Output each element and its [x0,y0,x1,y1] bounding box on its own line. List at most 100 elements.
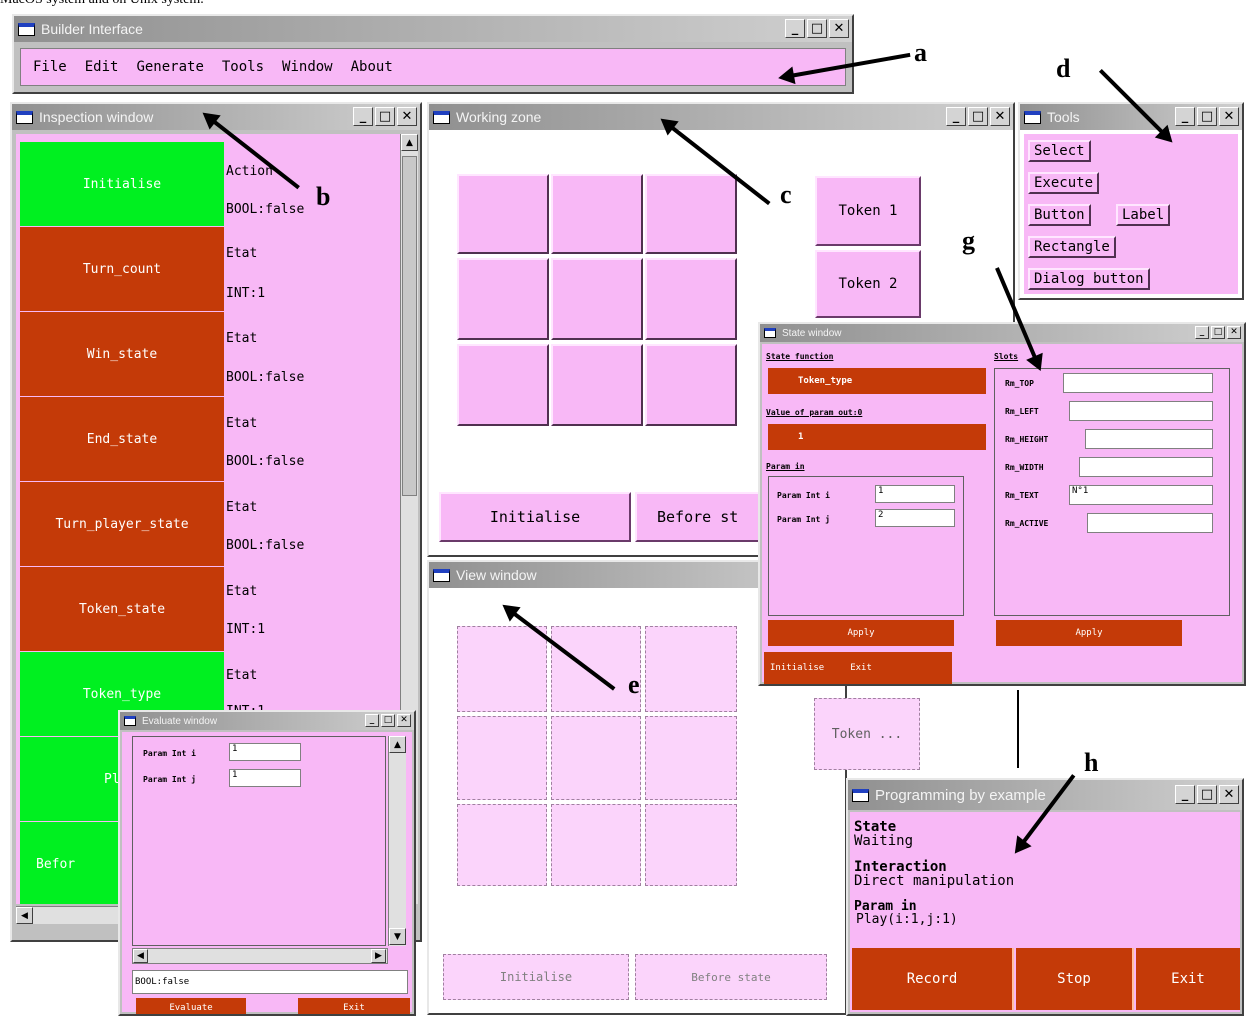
param-input[interactable]: 2 [875,509,955,527]
minimize-icon[interactable]: _ [1175,785,1195,804]
evaluate-panel: Param Int i 1 Param Int j 1 ▲ ▼ ◀ ▶ BOOL… [122,732,412,1014]
tool-button[interactable]: Button [1028,204,1091,226]
slot-input[interactable] [1087,513,1213,533]
menu-window[interactable]: Window [282,59,333,75]
state-exit-button[interactable]: Exit [850,663,872,673]
view-token-button[interactable]: Token ... [814,698,920,770]
minimize-icon[interactable]: _ [365,714,379,727]
inspection-item[interactable]: Turn_count [20,227,224,311]
programming-titlebar[interactable]: Programming by example _ □ ✕ [848,780,1242,810]
grid-cell[interactable] [551,258,643,340]
close-icon[interactable]: ✕ [1219,785,1239,804]
grid-cell [645,626,737,712]
state-initialise-button[interactable]: Initialise [770,663,824,673]
menu-file[interactable]: File [33,59,67,75]
scroll-left-icon[interactable]: ◀ [133,949,148,963]
maximize-icon[interactable]: □ [381,714,395,727]
tool-select[interactable]: Select [1028,140,1091,162]
evaluate-titlebar[interactable]: Evaluate window _ □ ✕ [120,712,414,730]
minimize-icon[interactable]: _ [785,19,805,38]
maximize-icon[interactable]: □ [375,107,395,126]
menu-generate[interactable]: Generate [136,59,203,75]
minimize-icon[interactable]: _ [353,107,373,126]
minimize-icon[interactable]: _ [946,107,966,126]
maximize-icon[interactable]: □ [807,19,827,38]
token-2-button[interactable]: Token 2 [815,250,921,318]
scroll-up-icon[interactable]: ▲ [389,736,406,753]
param-input[interactable]: 1 [229,769,301,787]
item-name: Turn_count [82,261,162,277]
slot-input[interactable] [1079,457,1213,477]
maximize-icon[interactable]: □ [968,107,988,126]
working-titlebar[interactable]: Working zone _ □ ✕ [429,104,1013,130]
maximize-icon[interactable]: □ [1197,107,1217,126]
grid-cell[interactable] [457,344,549,426]
view-before-state-button[interactable]: Before state [635,954,827,1000]
slot-input[interactable]: N°1 [1069,485,1213,505]
scroll-thumb[interactable] [402,156,417,496]
working-title: Working zone [456,109,542,125]
param-input[interactable]: 1 [875,485,955,503]
grid-cell[interactable] [645,344,737,426]
tool-label[interactable]: Label [1116,204,1171,226]
close-icon[interactable]: ✕ [829,19,849,38]
tool-rectangle[interactable]: Rectangle [1028,236,1116,258]
tool-execute[interactable]: Execute [1028,172,1100,194]
grid-cell[interactable] [457,258,549,340]
inspection-item[interactable]: Initialise [20,142,224,226]
minimize-icon[interactable]: _ [1195,326,1209,339]
scroll-right-icon[interactable]: ▶ [371,949,386,963]
grid-cell[interactable] [551,344,643,426]
state-titlebar[interactable]: State window _ □ ✕ [760,324,1244,342]
close-icon[interactable]: ✕ [1227,326,1241,339]
maximize-icon[interactable]: □ [1197,785,1217,804]
tools-titlebar[interactable]: Tools _ □ ✕ [1020,104,1242,130]
slot-input[interactable] [1069,401,1213,421]
initialise-button[interactable]: Initialise [439,492,631,542]
param-out-select[interactable]: 1 [768,424,986,450]
param-input[interactable]: 1 [229,743,301,761]
scroll-up-icon[interactable]: ▲ [401,134,418,151]
tools-panel: Select Execute Button Label Rectangle Di… [1024,134,1238,294]
inspection-item[interactable]: Win_state [20,312,224,396]
menu-about[interactable]: About [351,59,393,75]
stop-button[interactable]: Stop [1016,948,1134,1010]
inspection-item[interactable]: End_state [20,397,224,481]
param-label: Param Int j [777,515,830,524]
param-out-label: Value of param out:0 [766,408,863,417]
grid-cell[interactable] [457,174,549,254]
exit-button[interactable]: Exit [1136,948,1240,1010]
grid-cell[interactable] [645,174,737,254]
evaluate-exit-button[interactable]: Exit [298,998,410,1014]
before-state-button[interactable]: Before st [635,492,765,542]
builder-titlebar[interactable]: Builder Interface _ □ ✕ [14,16,852,42]
slot-input[interactable] [1085,429,1213,449]
view-initialise-button[interactable]: Initialise [443,954,629,1000]
evaluate-hscrollbar[interactable]: ◀ ▶ [132,948,388,964]
menu-tools[interactable]: Tools [222,59,264,75]
close-icon[interactable]: ✕ [990,107,1010,126]
close-icon[interactable]: ✕ [397,714,411,727]
minimize-icon[interactable]: _ [1175,107,1195,126]
state-function-select[interactable]: Token_type [768,368,986,394]
grid-cell[interactable] [645,258,737,340]
close-icon[interactable]: ✕ [397,107,417,126]
menu-edit[interactable]: Edit [85,59,119,75]
evaluate-vscrollbar[interactable]: ▲ ▼ [388,736,406,946]
tool-dialog-button[interactable]: Dialog button [1028,268,1150,290]
inspection-item[interactable]: Token_state [20,567,224,651]
slot-input[interactable] [1063,373,1213,393]
apply-button[interactable]: Apply [768,620,954,646]
programming-title: Programming by example [875,786,1046,804]
token-1-button[interactable]: Token 1 [815,176,921,246]
item-type: Etat [226,668,258,683]
apply-slots-button[interactable]: Apply [996,620,1182,646]
maximize-icon[interactable]: □ [1211,326,1225,339]
close-icon[interactable]: ✕ [1219,107,1239,126]
record-button[interactable]: Record [852,948,1014,1010]
scroll-left-icon[interactable]: ◀ [16,907,33,924]
grid-cell[interactable] [551,174,643,254]
evaluate-button[interactable]: Evaluate [136,998,246,1014]
scroll-down-icon[interactable]: ▼ [389,928,406,945]
inspection-item[interactable]: Turn_player_state [20,482,224,566]
